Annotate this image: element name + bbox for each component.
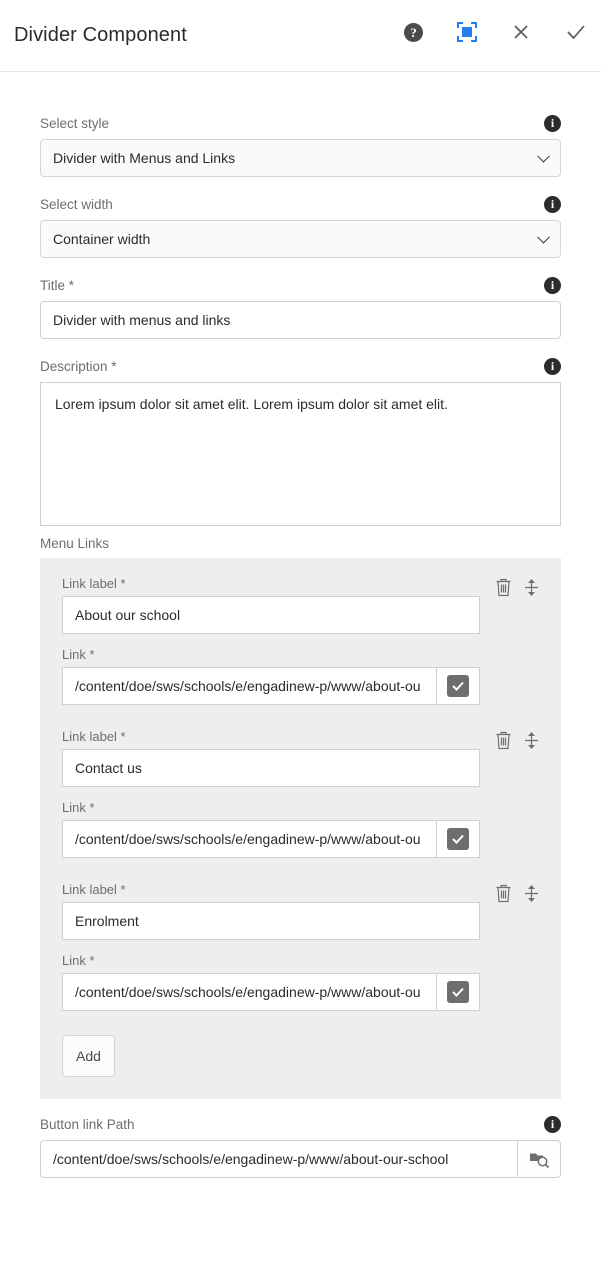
checkbox-checked-icon (447, 981, 469, 1003)
trash-icon (496, 578, 511, 597)
help-circle-icon: ? (404, 22, 423, 42)
reorder-handle[interactable] (524, 731, 539, 750)
info-icon-button-link-path[interactable]: i (544, 1115, 561, 1133)
button-link-path-row: /content/doe/sws/schools/e/engadinew-p/w… (40, 1140, 561, 1178)
link-path-value: /content/doe/sws/schools/e/engadinew-p/w… (75, 984, 421, 1000)
field-button-link-path: Button link Path i /content/doe/sws/scho… (40, 1113, 561, 1178)
link-label-caption: Link label * (62, 729, 126, 744)
page-title: Divider Component (14, 24, 187, 46)
select-style-label: Select style (40, 115, 110, 131)
button-link-path-value: /content/doe/sws/schools/e/engadinew-p/w… (53, 1151, 449, 1167)
description-label: Description * (40, 358, 117, 374)
fullscreen-icon (457, 22, 477, 42)
link-label-value: Enrolment (75, 913, 139, 929)
reorder-handle[interactable] (524, 578, 539, 597)
help-button[interactable]: ? (404, 22, 423, 42)
link-label-input[interactable]: About our school (62, 596, 480, 634)
confirm-button[interactable] (565, 22, 587, 42)
title-input[interactable]: Divider with menus and links (40, 301, 561, 339)
field-select-style: Select style i Divider with Menus and Li… (40, 112, 561, 177)
link-label-value: Contact us (75, 760, 142, 776)
link-label-caption: Link label * (62, 882, 126, 897)
info-icon-description[interactable]: i (544, 357, 561, 375)
info-icon-title[interactable]: i (544, 276, 561, 294)
delete-button[interactable] (495, 578, 512, 597)
move-vertical-icon (525, 579, 538, 596)
link-label-caption: Link label * (62, 576, 126, 591)
link-checkbox-button[interactable] (436, 820, 480, 858)
title-value: Divider with menus and links (53, 312, 231, 328)
select-style-value: Divider with Menus and Links (53, 150, 236, 166)
link-path-value: /content/doe/sws/schools/e/engadinew-p/w… (75, 678, 421, 694)
menu-link-item-actions (495, 884, 539, 903)
menu-link-item: Link label * About our school Link * /co… (62, 576, 539, 705)
link-checkbox-button[interactable] (436, 667, 480, 705)
dialog-header: Divider Component ? (0, 0, 601, 72)
link-path-row: /content/doe/sws/schools/e/engadinew-p/w… (62, 820, 480, 858)
link-path-value: /content/doe/sws/schools/e/engadinew-p/w… (75, 831, 421, 847)
delete-button[interactable] (495, 884, 512, 903)
link-path-row: /content/doe/sws/schools/e/engadinew-p/w… (62, 667, 480, 705)
folder-search-icon (530, 1153, 550, 1169)
header-actions: ? (404, 22, 587, 42)
link-caption: Link * (62, 800, 95, 815)
link-label-input[interactable]: Contact us (62, 749, 480, 787)
info-icon-select-style[interactable]: i (544, 114, 561, 132)
browse-path-button[interactable] (517, 1140, 561, 1178)
reorder-handle[interactable] (524, 884, 539, 903)
menu-link-item-actions (495, 731, 539, 750)
close-icon (514, 25, 528, 39)
select-width-dropdown[interactable]: Container width (40, 220, 561, 258)
field-title: Title * i Divider with menus and links (40, 274, 561, 339)
button-link-path-input[interactable]: /content/doe/sws/schools/e/engadinew-p/w… (40, 1140, 517, 1178)
link-path-row: /content/doe/sws/schools/e/engadinew-p/w… (62, 973, 480, 1011)
menu-link-item: Link label * Contact us Link * /content/… (62, 729, 539, 858)
checkbox-checked-icon (447, 675, 469, 697)
select-width-label: Select width (40, 196, 113, 212)
link-caption: Link * (62, 953, 95, 968)
divider-component-dialog: Divider Component ? Select style i Divid… (0, 0, 601, 1280)
select-width-value: Container width (53, 231, 151, 247)
menu-links-label: Menu Links (40, 536, 110, 551)
link-path-input[interactable]: /content/doe/sws/schools/e/engadinew-p/w… (62, 820, 436, 858)
add-button[interactable]: Add (62, 1035, 115, 1077)
menu-links-panel: Link label * About our school Link * /co… (40, 558, 561, 1099)
link-label-input[interactable]: Enrolment (62, 902, 480, 940)
link-caption: Link * (62, 647, 95, 662)
link-path-input[interactable]: /content/doe/sws/schools/e/engadinew-p/w… (62, 667, 436, 705)
link-label-value: About our school (75, 607, 181, 623)
delete-button[interactable] (495, 731, 512, 750)
link-checkbox-button[interactable] (436, 973, 480, 1011)
trash-icon (496, 884, 511, 903)
field-description: Description * i Lorem ipsum dolor sit am… (40, 355, 561, 526)
chevron-down-icon (537, 230, 550, 244)
fullscreen-button[interactable] (457, 22, 477, 42)
description-textarea[interactable]: Lorem ipsum dolor sit amet elit. Lorem i… (40, 382, 561, 526)
move-vertical-icon (525, 885, 538, 902)
select-style-dropdown[interactable]: Divider with Menus and Links (40, 139, 561, 177)
trash-icon (496, 731, 511, 750)
check-icon (567, 25, 585, 40)
menu-link-item: Link label * Enrolment Link * /content/d… (62, 882, 539, 1011)
menu-link-item-actions (495, 578, 539, 597)
field-select-width: Select width i Container width (40, 193, 561, 258)
button-link-path-label: Button link Path (40, 1116, 135, 1132)
dialog-body: Select style i Divider with Menus and Li… (0, 72, 601, 1178)
close-button[interactable] (511, 22, 531, 42)
checkbox-checked-icon (447, 828, 469, 850)
info-icon-select-width[interactable]: i (544, 195, 561, 213)
link-path-input[interactable]: /content/doe/sws/schools/e/engadinew-p/w… (62, 973, 436, 1011)
move-vertical-icon (525, 732, 538, 749)
chevron-down-icon (537, 149, 550, 163)
title-label: Title * (40, 277, 75, 293)
